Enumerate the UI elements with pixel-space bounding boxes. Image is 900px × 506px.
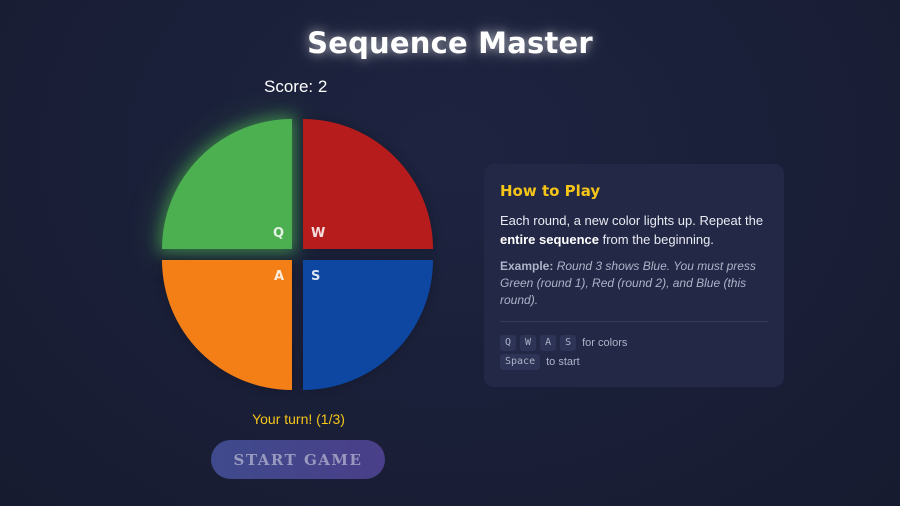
blue-pad-key-label: S xyxy=(311,269,321,284)
key-a: A xyxy=(540,335,557,351)
controls-row-colors: Q W A S for colors xyxy=(500,334,768,352)
desc-text-end: from the beginning. xyxy=(599,232,714,247)
key-w: W xyxy=(520,335,537,351)
controls-legend: Q W A S for colors Space to start xyxy=(500,334,768,371)
example-label: Example: xyxy=(500,259,554,273)
desc-text-start: Each round, a new color lights up. Repea… xyxy=(500,213,764,228)
controls-start-text: to start xyxy=(546,356,580,368)
how-to-play-title: How to Play xyxy=(500,182,601,200)
start-game-button[interactable]: START GAME xyxy=(211,440,385,479)
blue-pad[interactable]: S xyxy=(303,260,433,390)
green-pad-key-label: Q xyxy=(272,226,284,241)
key-q: Q xyxy=(500,335,517,351)
orange-pad[interactable]: A xyxy=(162,260,292,390)
key-s: S xyxy=(560,335,577,351)
red-pad-key-label: W xyxy=(311,226,326,241)
panel-divider xyxy=(500,321,768,322)
game-title: Sequence Master xyxy=(307,26,593,60)
orange-pad-key-label: A xyxy=(273,269,284,284)
how-to-play-panel: How to Play Each round, a new color ligh… xyxy=(484,164,784,387)
how-to-play-example: Example: Round 3 shows Blue. You must pr… xyxy=(500,258,768,309)
game-board: Q W A S xyxy=(162,119,433,390)
key-space: Space xyxy=(500,354,541,370)
how-to-play-description: Each round, a new color lights up. Repea… xyxy=(500,211,768,249)
red-pad[interactable]: W xyxy=(303,119,433,249)
score-display: Score: 2 xyxy=(264,77,328,96)
green-pad[interactable]: Q xyxy=(162,119,292,249)
desc-emphasis: entire sequence xyxy=(500,232,599,247)
controls-colors-text: for colors xyxy=(582,337,628,349)
controls-row-start: Space to start xyxy=(500,353,768,371)
turn-status: Your turn! (1/3) xyxy=(252,411,345,427)
